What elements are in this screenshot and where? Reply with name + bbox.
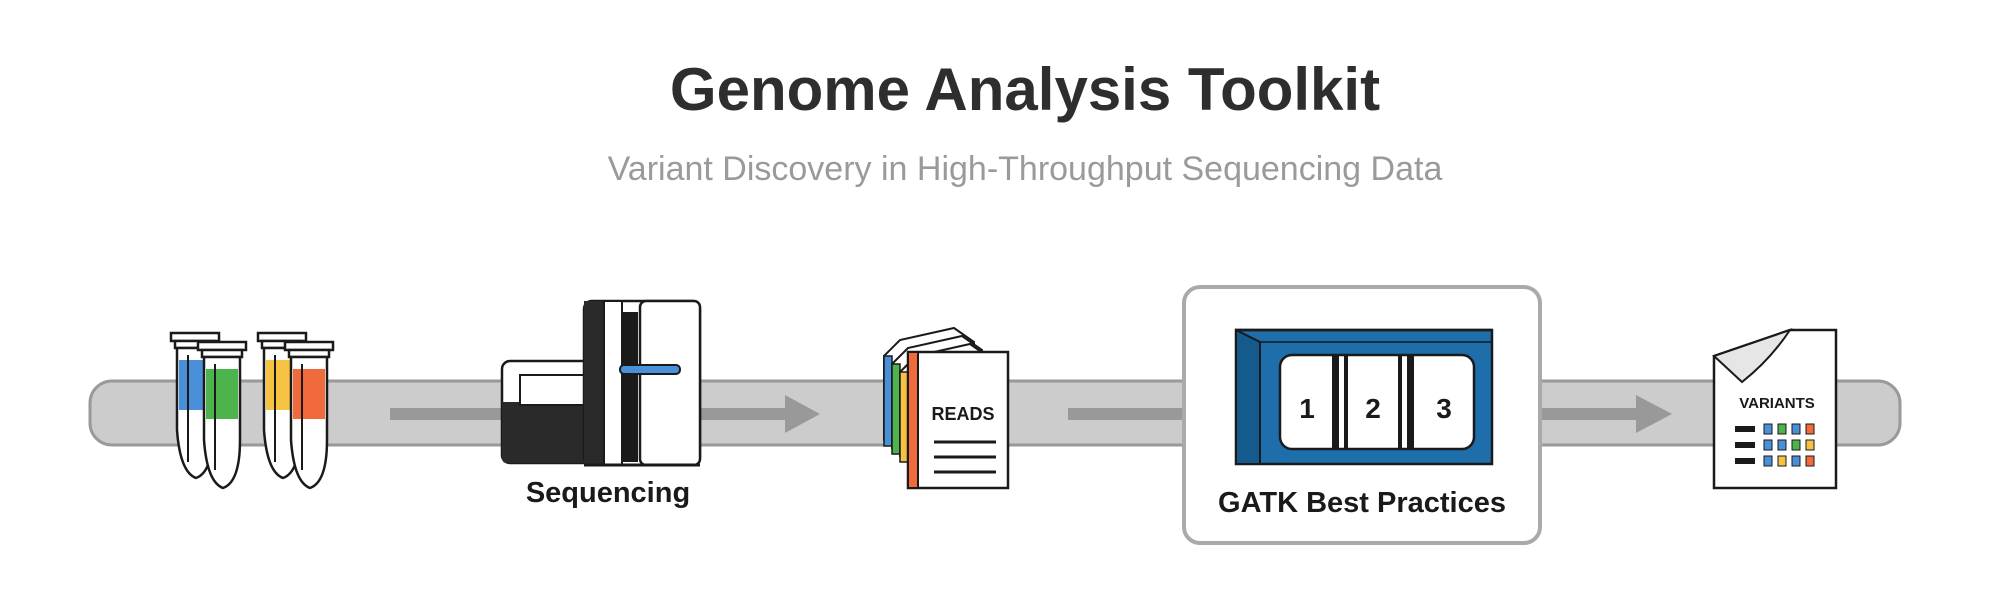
reads-label: READS	[931, 404, 994, 424]
variants-label: VARIANTS	[1739, 395, 1815, 412]
reads-documents-icon: READS	[883, 326, 1010, 490]
gatk-step-2: 2	[1365, 393, 1381, 424]
gatk-step-1: 1	[1299, 393, 1315, 424]
variants-document-icon: VARIANTS	[1712, 328, 1838, 490]
workflow-diagram: Sequencing READS 1 2 3 GATK Best Practic…	[88, 285, 1902, 545]
gatk-step-3: 3	[1436, 393, 1452, 424]
sequencing-label: Sequencing	[526, 477, 690, 509]
arrow-to-gatk	[1068, 408, 1188, 420]
gatk-pipeline-icon: 1 2 3	[1234, 328, 1494, 466]
sequencer-icon	[500, 299, 702, 467]
gatk-best-practices-label: GATK Best Practices	[1218, 487, 1506, 519]
